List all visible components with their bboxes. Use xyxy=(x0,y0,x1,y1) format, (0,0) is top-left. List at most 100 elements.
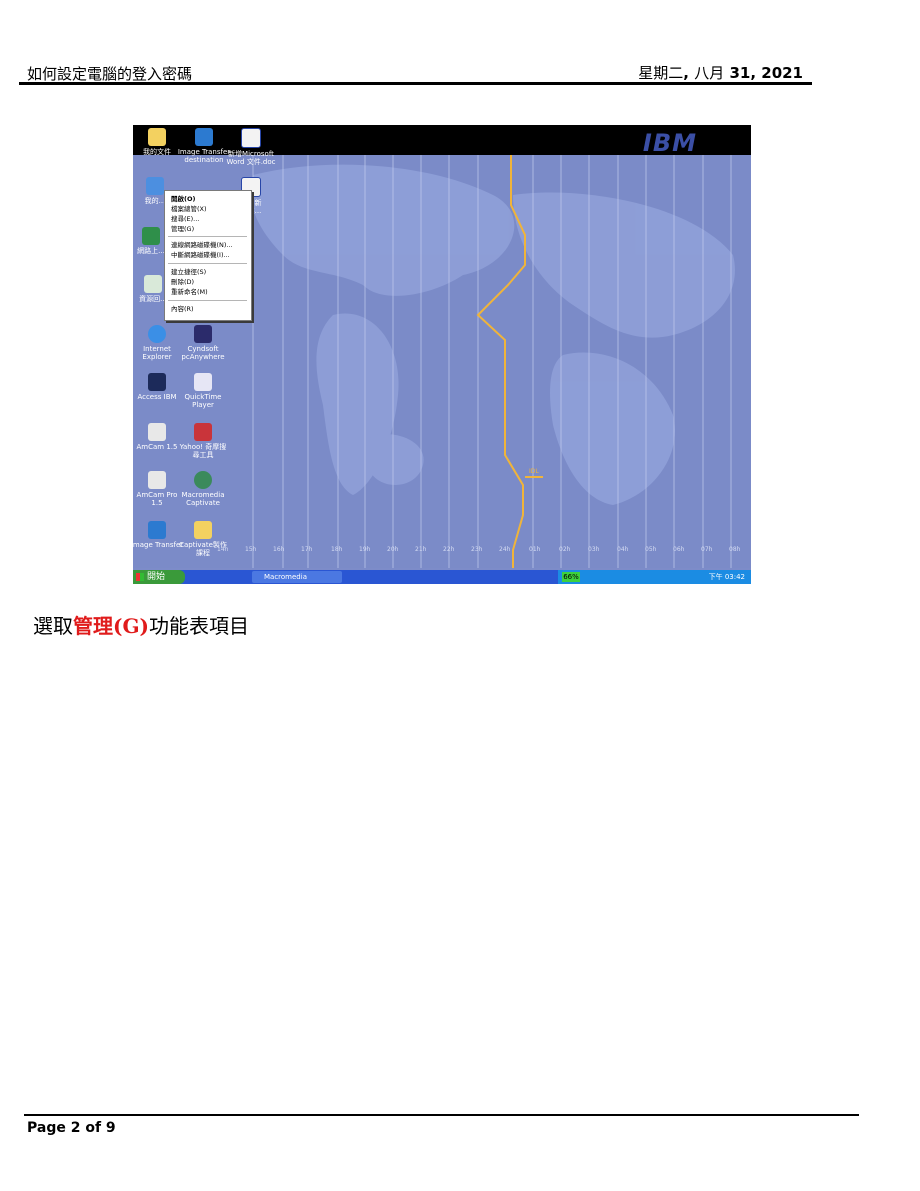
captivate-shortcut[interactable]: Macromedia Captivate xyxy=(175,471,231,507)
icon-label: Macromedia xyxy=(181,491,225,499)
quicktime-icon xyxy=(194,373,212,391)
menu-item-create-shortcut[interactable]: 建立捷徑(S) xyxy=(171,267,206,277)
icon-label: Cyndsoft xyxy=(187,345,219,353)
hour-label: 02h xyxy=(559,546,571,553)
idl-label: IDL xyxy=(529,468,539,475)
amcam-pro-icon xyxy=(148,471,166,489)
date-day-year: 31, 2021 xyxy=(724,64,803,82)
hour-label: 15h xyxy=(245,546,257,553)
menu-item-explore[interactable]: 檔案總管(X) xyxy=(171,204,207,214)
icon-label: Access IBM xyxy=(137,393,177,401)
icon-label: 新增Microsoft xyxy=(228,150,274,158)
image-transfer-icon xyxy=(195,128,213,146)
caption-highlight: 管理 xyxy=(73,614,113,638)
menu-item-search[interactable]: 搜尋(E)... xyxy=(171,214,199,224)
caption-suffix: 功能表項目 xyxy=(149,614,250,638)
caption-prefix: 選取 xyxy=(33,614,73,638)
icon-label-line2: 1.5 xyxy=(151,499,163,507)
hour-label: 18h xyxy=(331,546,343,553)
yahoo-icon xyxy=(194,423,212,441)
icon-label: 資源回... xyxy=(139,295,167,303)
hour-label: 16h xyxy=(273,546,285,553)
icon-label-line2: Word 文件.doc xyxy=(226,158,276,166)
icon-label-line2: pcAnywhere xyxy=(181,353,225,361)
folder-icon xyxy=(194,521,212,539)
ibm-logo: IBM xyxy=(642,129,697,157)
hour-label: 03h xyxy=(588,546,600,553)
battery-indicator: 66% xyxy=(562,572,580,582)
menu-item-delete[interactable]: 刪除(D) xyxy=(171,277,194,287)
hour-label: 19h xyxy=(359,546,371,553)
page-number: Page 2 of 9 xyxy=(27,1120,116,1136)
word-document-shortcut[interactable]: 新增Microsoft Word 文件.doc xyxy=(223,128,279,166)
icon-label-line2: Player xyxy=(192,401,214,409)
hour-label: 01h xyxy=(529,546,541,553)
hour-label: 06h xyxy=(673,546,685,553)
icon-label: 我的文件 xyxy=(143,148,171,156)
quicktime-shortcut[interactable]: QuickTime Player xyxy=(175,373,231,409)
menu-item-map-drive[interactable]: 連線網路磁碟機(N)... xyxy=(171,240,233,250)
windows-flag-icon xyxy=(136,573,144,581)
desktop-screenshot: IBM IDL 我的文件 Image Transfer destination … xyxy=(133,125,751,584)
icon-label-line2: 尋工具 xyxy=(192,451,214,459)
taskbar: 開始 Macromedia Captivate 66% 下午 03:42 xyxy=(133,570,751,584)
menu-item-properties[interactable]: 內容(R) xyxy=(171,304,194,314)
document-title: 如何設定電腦的登入密碼 xyxy=(27,65,193,83)
computer-icon xyxy=(146,177,164,195)
amcam-icon xyxy=(148,423,166,441)
hour-label: 24h xyxy=(499,546,511,553)
icon-label: Internet xyxy=(143,345,171,353)
menu-separator xyxy=(168,263,247,264)
icon-label: 網路上... xyxy=(137,247,165,255)
icon-label: AmCam Pro xyxy=(136,491,178,499)
hour-label: 23h xyxy=(471,546,483,553)
hour-label: 05h xyxy=(645,546,657,553)
menu-item-manage[interactable]: 管理(G) xyxy=(171,224,194,234)
hour-label: 17h xyxy=(301,546,313,553)
date-separator: , xyxy=(683,64,695,82)
hour-label: 08h xyxy=(729,546,741,553)
recycle-bin-icon xyxy=(144,275,162,293)
hour-label: 14h xyxy=(217,546,229,553)
system-tray: 66% 下午 03:42 xyxy=(558,570,751,584)
pcanywhere-shortcut[interactable]: Cyndsoft pcAnywhere xyxy=(175,325,231,361)
icon-label-line2: Captivate xyxy=(186,499,220,507)
hour-label: 21h xyxy=(415,546,427,553)
hour-label: 20h xyxy=(387,546,399,553)
access-ibm-icon xyxy=(148,373,166,391)
word-document-icon xyxy=(241,128,261,148)
hour-label: 04h xyxy=(617,546,629,553)
timezone-hour-scale: 14h 15h 16h 17h 18h 19h 20h 21h 22h 23h … xyxy=(133,546,751,558)
internet-explorer-icon xyxy=(148,325,166,343)
menu-item-open[interactable]: 開啟(O) xyxy=(171,194,195,204)
footer-rule xyxy=(24,1114,859,1116)
menu-item-disconnect-drive[interactable]: 中斷網路磁碟機(I)... xyxy=(171,250,230,260)
folder-documents-icon xyxy=(148,128,166,146)
captivate-icon xyxy=(194,471,212,489)
hour-label: 07h xyxy=(701,546,713,553)
icon-label: QuickTime xyxy=(184,393,222,401)
clock: 下午 03:42 xyxy=(708,573,745,581)
date-month: 八月 xyxy=(694,64,725,82)
menu-separator xyxy=(168,236,247,237)
hour-label: 22h xyxy=(443,546,455,553)
document-date: 星期二, 八月 31, 2021 xyxy=(638,62,803,83)
icon-label: 我的... xyxy=(144,197,166,205)
image-transfer-icon-2 xyxy=(148,521,166,539)
start-button[interactable]: 開始 xyxy=(133,570,185,584)
icon-label: AmCam 1.5 xyxy=(136,443,178,451)
start-label: 開始 xyxy=(147,572,166,582)
taskbar-item-captivate[interactable]: Macromedia Captivate xyxy=(252,571,342,583)
context-menu: 開啟(O) 檔案總管(X) 搜尋(E)... 管理(G) 連線網路磁碟機(N).… xyxy=(164,190,252,321)
icon-label: Yahoo! 奇摩搜 xyxy=(179,443,227,451)
icon-label-line2: destination xyxy=(184,156,224,164)
header-rule xyxy=(19,82,812,85)
icon-label-line2: Explorer xyxy=(142,353,172,361)
network-icon xyxy=(142,227,160,245)
date-weekday: 星期二 xyxy=(638,64,684,82)
menu-item-rename[interactable]: 重新命名(M) xyxy=(171,287,208,297)
instruction-caption: 選取管理(G)功能表項目 xyxy=(33,610,249,639)
cyndsoft-icon xyxy=(194,325,212,343)
yahoo-shortcut[interactable]: Yahoo! 奇摩搜 尋工具 xyxy=(175,423,231,459)
menu-separator xyxy=(168,300,247,301)
